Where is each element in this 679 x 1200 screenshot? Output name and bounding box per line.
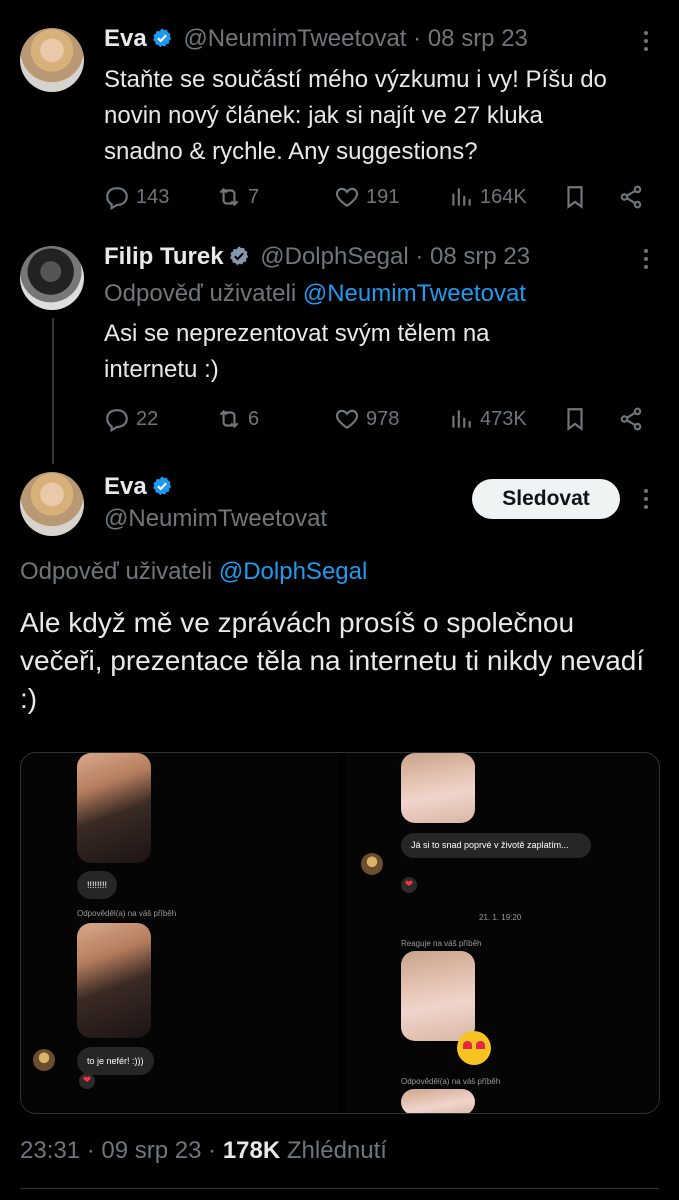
author-name[interactable]: Eva (104, 473, 147, 500)
author-name-line: Eva (104, 472, 177, 502)
tweet-1[interactable]: Eva @NeumimTweetovat · 08 srp 23 Staňte … (0, 0, 679, 230)
reply-mention-link[interactable]: @NeumimTweetovat (303, 280, 526, 307)
share-icon (620, 185, 642, 209)
tweet-2[interactable]: Filip Turek @DolphSegal · 08 srp 23 Odpo… (0, 230, 679, 460)
like-count: 191 (366, 186, 400, 208)
retweet-count: 6 (248, 408, 260, 430)
story-photo (77, 923, 151, 1038)
retweet-button[interactable]: 7 (216, 180, 259, 214)
tweet-date[interactable]: 08 srp 23 (428, 25, 528, 52)
bookmark-button[interactable] (562, 180, 588, 214)
action-bar: 143 7 191 164K (104, 180, 649, 214)
separator: · (208, 1137, 217, 1164)
author-handle-line: @NeumimTweetovat (104, 504, 327, 534)
story-reply-note: Odpověděl(a) na váš příběh (401, 1077, 501, 1086)
author-name[interactable]: Eva (104, 25, 147, 52)
heart-eyes-emoji-icon (457, 1031, 491, 1065)
retweet-icon (219, 187, 239, 207)
retweet-count: 7 (248, 186, 260, 208)
share-icon (620, 407, 642, 431)
sender-avatar (33, 1049, 55, 1071)
tweet-date[interactable]: 09 srp 23 (101, 1137, 201, 1164)
media-grid[interactable]: !!!!!!!! Odpověděl(a) na váš příběh to j… (20, 752, 660, 1114)
reply-button[interactable]: 22 (104, 402, 158, 436)
retweet-icon (219, 409, 239, 429)
heart-icon (335, 187, 359, 207)
separator: · (413, 25, 422, 52)
separator: · (86, 1137, 95, 1164)
dm-bubble: !!!!!!!! (77, 871, 118, 899)
tweet-header: Filip Turek @DolphSegal · 08 srp 23 (104, 242, 530, 272)
media-image-left[interactable]: !!!!!!!! Odpověděl(a) na váš příběh to j… (21, 753, 339, 1113)
views-count: 178K (222, 1137, 281, 1164)
story-react-note: Reaguje na váš příběh (401, 939, 482, 948)
heart-reaction-icon: ❤ (401, 877, 417, 893)
reply-prefix: Odpověď uživateli (20, 558, 213, 585)
bookmark-icon (567, 186, 583, 209)
dm-timestamp: 21. 1. 19:20 (479, 913, 522, 922)
reply-count: 143 (136, 186, 170, 208)
bookmark-button[interactable] (562, 402, 588, 436)
reply-context: Odpověď uživateli @NeumimTweetovat (104, 279, 526, 309)
views-chart-icon (452, 410, 471, 428)
action-bar: 22 6 978 473K (104, 402, 649, 436)
heart-reaction-icon: ❤ (79, 1073, 95, 1089)
author-handle[interactable]: @NeumimTweetovat (183, 25, 406, 52)
tweet-time[interactable]: 23:31 (20, 1137, 80, 1164)
avatar[interactable] (20, 246, 84, 310)
story-reply-note: Odpověděl(a) na váš příběh (77, 909, 177, 918)
more-options-icon[interactable] (636, 484, 656, 514)
views-button[interactable]: 473K (448, 402, 527, 436)
like-button[interactable]: 978 (334, 402, 399, 436)
verified-badge-icon (152, 476, 171, 496)
story-photo (401, 753, 475, 823)
reply-icon (106, 187, 128, 210)
avatar[interactable] (20, 28, 84, 92)
author-handle[interactable]: @NeumimTweetovat (104, 505, 327, 532)
dm-bubble: to je nefér! :))) (77, 1047, 154, 1075)
share-button[interactable] (618, 180, 644, 214)
heart-icon (335, 409, 359, 429)
avatar[interactable] (20, 472, 84, 536)
more-options-icon[interactable] (636, 26, 656, 56)
author-handle[interactable]: @DolphSegal (260, 243, 408, 270)
sender-avatar (361, 853, 383, 875)
reply-mention-link[interactable]: @DolphSegal (219, 558, 367, 585)
like-count: 978 (366, 408, 400, 430)
story-photo (401, 951, 475, 1041)
verified-badge-icon (229, 246, 248, 266)
bookmark-icon (567, 408, 583, 431)
views-chart-icon (452, 188, 471, 206)
divider (20, 1188, 659, 1189)
reply-count: 22 (136, 408, 159, 430)
views-label: Zhlédnutí (286, 1137, 387, 1164)
tweet-date[interactable]: 08 srp 23 (430, 243, 530, 270)
tweet-text: Asi se neprezentovat svým tělem na inter… (104, 320, 490, 383)
author-name[interactable]: Filip Turek (104, 243, 224, 270)
views-count: 473K (480, 408, 527, 430)
follow-button[interactable]: Sledovat (472, 479, 620, 519)
tweet-meta: 23:31 · 09 srp 23 · 178K Zhlédnutí (20, 1136, 387, 1166)
separator: · (415, 243, 424, 270)
retweet-button[interactable]: 6 (216, 402, 259, 436)
reply-context: Odpověď uživateli @DolphSegal (20, 557, 367, 587)
like-button[interactable]: 191 (334, 180, 399, 214)
tweet-text: Ale když mě ve zprávách prosíš o společn… (20, 607, 645, 714)
reply-prefix: Odpověď uživateli (104, 280, 297, 307)
reply-icon (106, 409, 128, 432)
dm-bubble: Já si to snad poprvé v životě zaplatím..… (401, 833, 591, 858)
views-count: 164K (480, 186, 527, 208)
story-photo (401, 1089, 475, 1113)
tweet-header: Eva @NeumimTweetovat · 08 srp 23 (104, 24, 528, 54)
reply-button[interactable]: 143 (104, 180, 169, 214)
story-photo (77, 753, 151, 863)
media-image-right[interactable]: Já si to snad poprvé v životě zaplatím..… (345, 753, 659, 1113)
tweet-text: Staňte se součástí mého výzkumu i vy! Pí… (104, 66, 607, 165)
views-button[interactable]: 164K (448, 180, 527, 214)
share-button[interactable] (618, 402, 644, 436)
verified-badge-icon (152, 28, 171, 48)
more-options-icon[interactable] (636, 244, 656, 274)
